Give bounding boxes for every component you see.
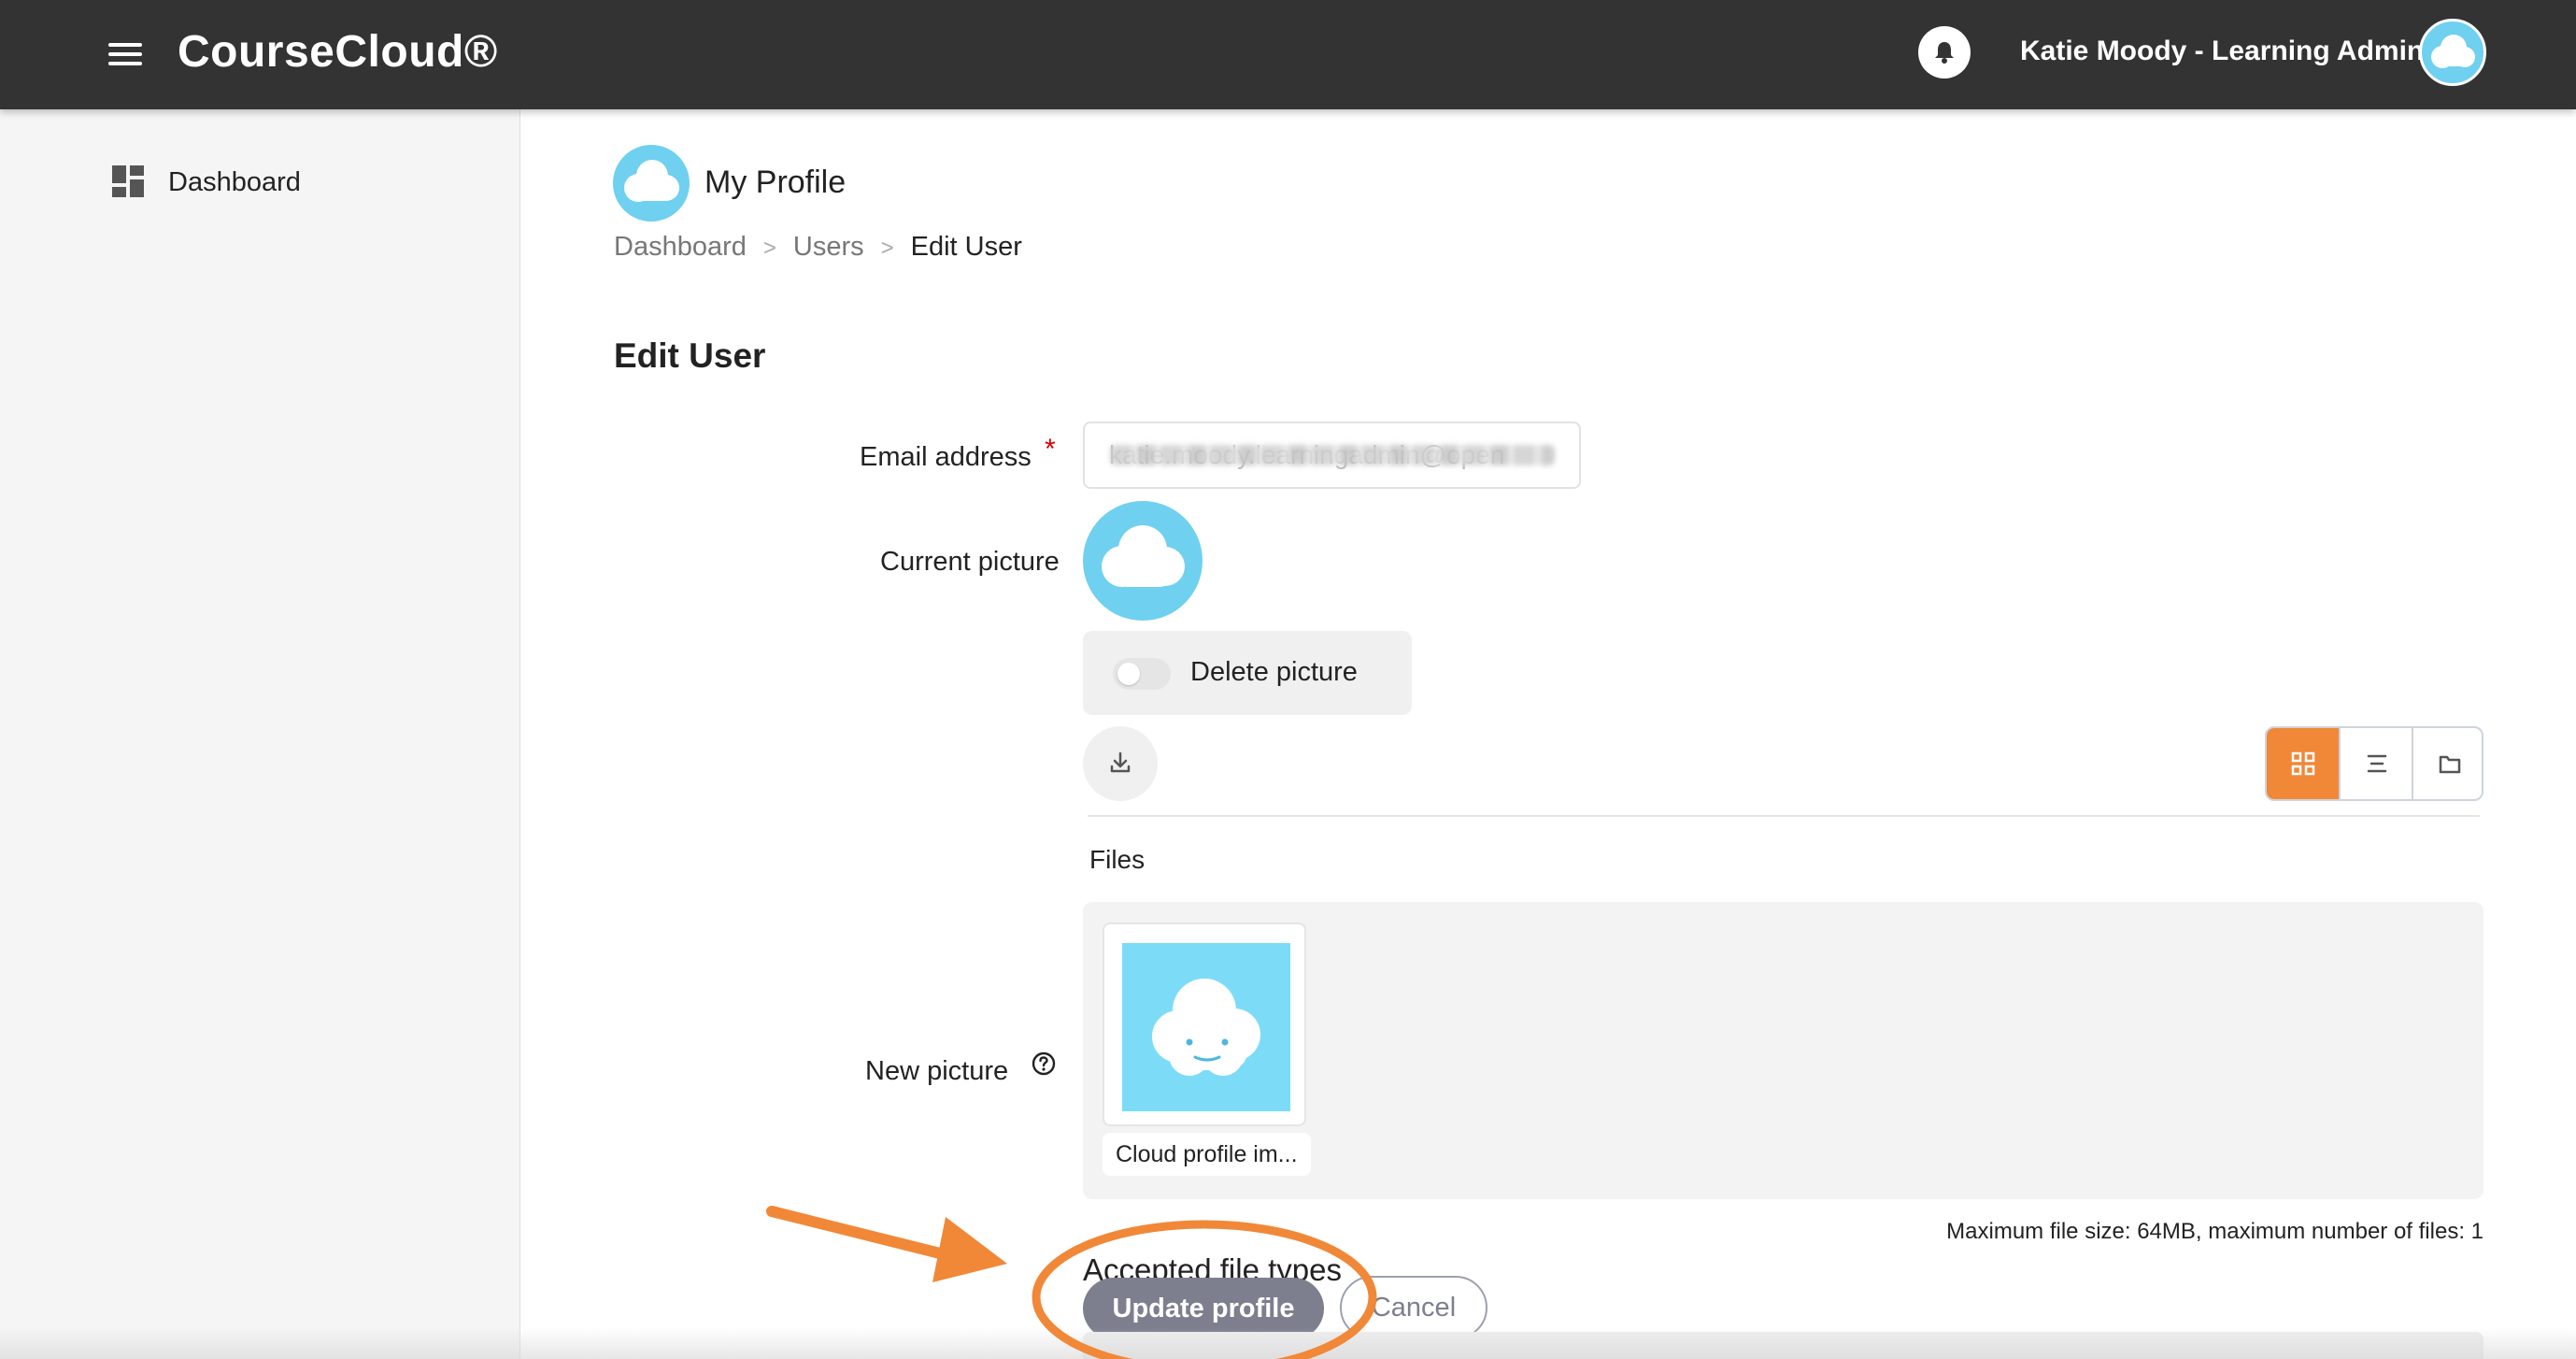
update-profile-button[interactable]: Update profile <box>1083 1278 1324 1339</box>
view-tree-button[interactable] <box>2413 728 2482 799</box>
chevron-right-icon: > <box>880 236 894 261</box>
accepted-types-box <box>1083 1332 2483 1359</box>
breadcrumb-users[interactable]: Users <box>793 232 864 262</box>
view-icons-button[interactable] <box>2267 728 2339 799</box>
file-name[interactable]: Cloud profile im... <box>1103 1133 1311 1176</box>
delete-picture-control: Delete picture <box>1083 631 1412 715</box>
divider <box>1088 815 2480 817</box>
email-label: Email address <box>860 442 1032 472</box>
delete-picture-toggle[interactable] <box>1113 658 1171 690</box>
view-mode-toggle <box>2265 726 2483 801</box>
current-picture <box>1083 501 1203 621</box>
current-picture-label: Current picture <box>880 547 1060 577</box>
notifications-bell-icon[interactable] <box>1918 26 1971 79</box>
delete-picture-label: Delete picture <box>1190 657 1358 687</box>
user-avatar[interactable] <box>2419 19 2486 86</box>
new-picture-label: New picture <box>865 1056 1009 1086</box>
sidebar-item-label: Dashboard <box>168 167 301 197</box>
section-title: Edit User <box>614 336 766 375</box>
profile-avatar <box>613 145 690 222</box>
download-icon <box>1110 751 1131 773</box>
brand-logo[interactable]: CourseCloud® <box>178 26 498 78</box>
sidebar: Dashboard <box>0 109 520 1359</box>
help-question-icon[interactable] <box>1032 1051 1056 1076</box>
top-navbar: CourseCloud® Katie Moody - Learning Admi… <box>0 0 2576 109</box>
dashboard-grid-icon <box>112 165 144 197</box>
view-list-button[interactable] <box>2341 728 2412 799</box>
cancel-button[interactable]: Cancel <box>1340 1276 1487 1339</box>
file-thumbnail <box>1122 943 1290 1111</box>
annotation-arrow-head <box>932 1217 1007 1282</box>
folder-icon <box>2439 755 2461 774</box>
breadcrumb: Dashboard > Users > Edit User <box>614 232 1022 263</box>
files-label: Files <box>1089 845 1146 874</box>
annotation-arrow-shaft <box>766 1206 949 1260</box>
user-menu-name[interactable]: Katie Moody - Learning Admin <box>2020 36 2424 67</box>
chevron-right-icon: > <box>762 236 776 261</box>
breadcrumb-current: Edit User <box>910 232 1022 262</box>
required-marker: * <box>1045 434 1056 465</box>
hamburger-menu-icon[interactable] <box>108 43 142 65</box>
file-tile[interactable] <box>1103 923 1306 1126</box>
email-field[interactable] <box>1083 422 1581 489</box>
breadcrumb-dashboard[interactable]: Dashboard <box>614 232 747 262</box>
grid-view-icon <box>2291 751 2315 776</box>
file-limits-text: Maximum file size: 64MB, maximum number … <box>1946 1219 2483 1244</box>
page-heading: My Profile <box>704 165 847 200</box>
download-button[interactable] <box>1083 726 1158 801</box>
list-view-icon <box>2367 754 2387 773</box>
